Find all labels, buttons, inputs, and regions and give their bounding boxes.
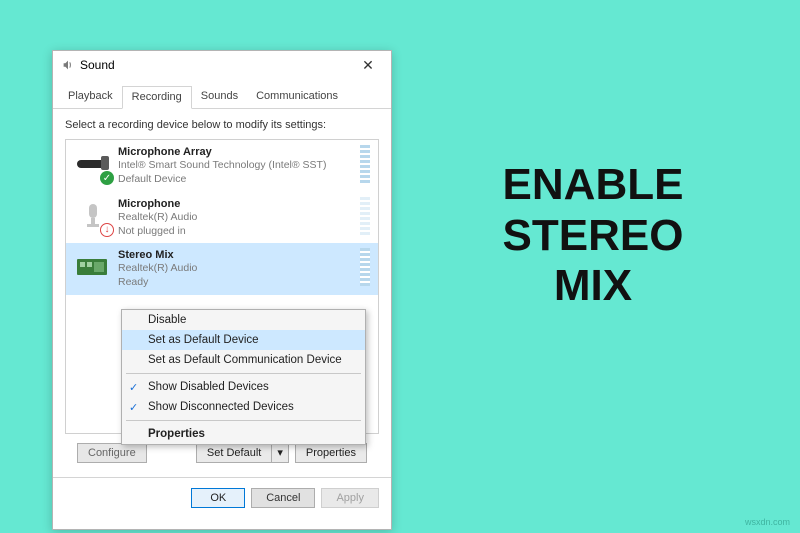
check-badge-icon: ✓ xyxy=(100,171,114,185)
device-name: Stereo Mix xyxy=(118,248,360,262)
device-desc: Realtek(R) Audio xyxy=(118,211,360,225)
ctx-disable[interactable]: Disable xyxy=(122,310,365,330)
ctx-separator xyxy=(126,373,361,374)
device-item-stereo-mix[interactable]: Stereo Mix Realtek(R) Audio Ready xyxy=(66,243,378,295)
device-item-microphone[interactable]: ↓ Microphone Realtek(R) Audio Not plugge… xyxy=(66,192,378,244)
ctx-show-disconnected[interactable]: ✓ Show Disconnected Devices xyxy=(122,397,365,417)
ctx-properties[interactable]: Properties xyxy=(122,424,365,444)
microphone-icon: ↓ xyxy=(74,197,112,235)
set-default-button[interactable]: Set Default xyxy=(196,443,272,463)
apply-button[interactable]: Apply xyxy=(321,488,379,508)
tab-recording[interactable]: Recording xyxy=(122,86,192,109)
device-text: Microphone Array Intel® Smart Sound Tech… xyxy=(118,145,360,187)
properties-button[interactable]: Properties xyxy=(295,443,367,463)
heading-line: ENABLE xyxy=(468,160,718,211)
sound-dialog: Sound ✕ Playback Recording Sounds Commun… xyxy=(52,50,392,530)
device-item-microphone-array[interactable]: ✓ Microphone Array Intel® Smart Sound Te… xyxy=(66,140,378,192)
ctx-set-default[interactable]: Set as Default Device xyxy=(122,330,365,350)
set-default-dropdown[interactable]: ▾ xyxy=(272,442,289,463)
ctx-separator xyxy=(126,420,361,421)
level-meter xyxy=(360,248,370,286)
side-heading: ENABLE STEREO MIX xyxy=(468,160,718,312)
device-text: Microphone Realtek(R) Audio Not plugged … xyxy=(118,197,360,239)
check-icon: ✓ xyxy=(129,381,138,394)
tab-playback[interactable]: Playback xyxy=(59,86,122,109)
tab-communications[interactable]: Communications xyxy=(247,86,347,109)
device-desc: Realtek(R) Audio xyxy=(118,262,360,276)
device-desc: Intel® Smart Sound Technology (Intel® SS… xyxy=(118,159,360,173)
unplugged-badge-icon: ↓ xyxy=(100,223,114,237)
level-meter xyxy=(360,197,370,235)
titlebar: Sound ✕ xyxy=(53,51,391,79)
ctx-set-default-comm[interactable]: Set as Default Communication Device xyxy=(122,350,365,370)
close-icon: ✕ xyxy=(362,57,374,74)
ctx-label: Show Disabled Devices xyxy=(148,381,269,393)
tab-strip: Playback Recording Sounds Communications xyxy=(53,79,391,109)
dialog-title: Sound xyxy=(80,58,115,72)
configure-button[interactable]: Configure xyxy=(77,443,147,463)
device-status: Not plugged in xyxy=(118,225,360,239)
ctx-label: Show Disconnected Devices xyxy=(148,401,294,413)
device-name: Microphone xyxy=(118,197,360,211)
sound-card-icon xyxy=(74,248,112,286)
heading-line: MIX xyxy=(468,261,718,312)
watermark: wsxdn.com xyxy=(745,517,790,527)
cancel-button[interactable]: Cancel xyxy=(251,488,315,508)
check-icon: ✓ xyxy=(129,401,138,414)
tab-sounds[interactable]: Sounds xyxy=(192,86,247,109)
ctx-show-disabled[interactable]: ✓ Show Disabled Devices xyxy=(122,377,365,397)
device-status: Default Device xyxy=(118,173,360,187)
device-list: ✓ Microphone Array Intel® Smart Sound Te… xyxy=(65,139,379,434)
microphone-array-icon: ✓ xyxy=(74,145,112,183)
speaker-icon xyxy=(61,58,75,72)
tab-content: Select a recording device below to modif… xyxy=(53,109,391,477)
device-name: Microphone Array xyxy=(118,145,360,159)
heading-line: STEREO xyxy=(468,211,718,262)
close-button[interactable]: ✕ xyxy=(351,54,385,76)
dialog-footer: OK Cancel Apply xyxy=(53,477,391,518)
device-text: Stereo Mix Realtek(R) Audio Ready xyxy=(118,248,360,290)
context-menu: Disable Set as Default Device Set as Def… xyxy=(121,309,366,445)
chevron-down-icon: ▾ xyxy=(277,447,283,459)
device-status: Ready xyxy=(118,276,360,290)
ok-button[interactable]: OK xyxy=(191,488,245,508)
level-meter xyxy=(360,145,370,183)
instruction-text: Select a recording device below to modif… xyxy=(65,119,379,131)
